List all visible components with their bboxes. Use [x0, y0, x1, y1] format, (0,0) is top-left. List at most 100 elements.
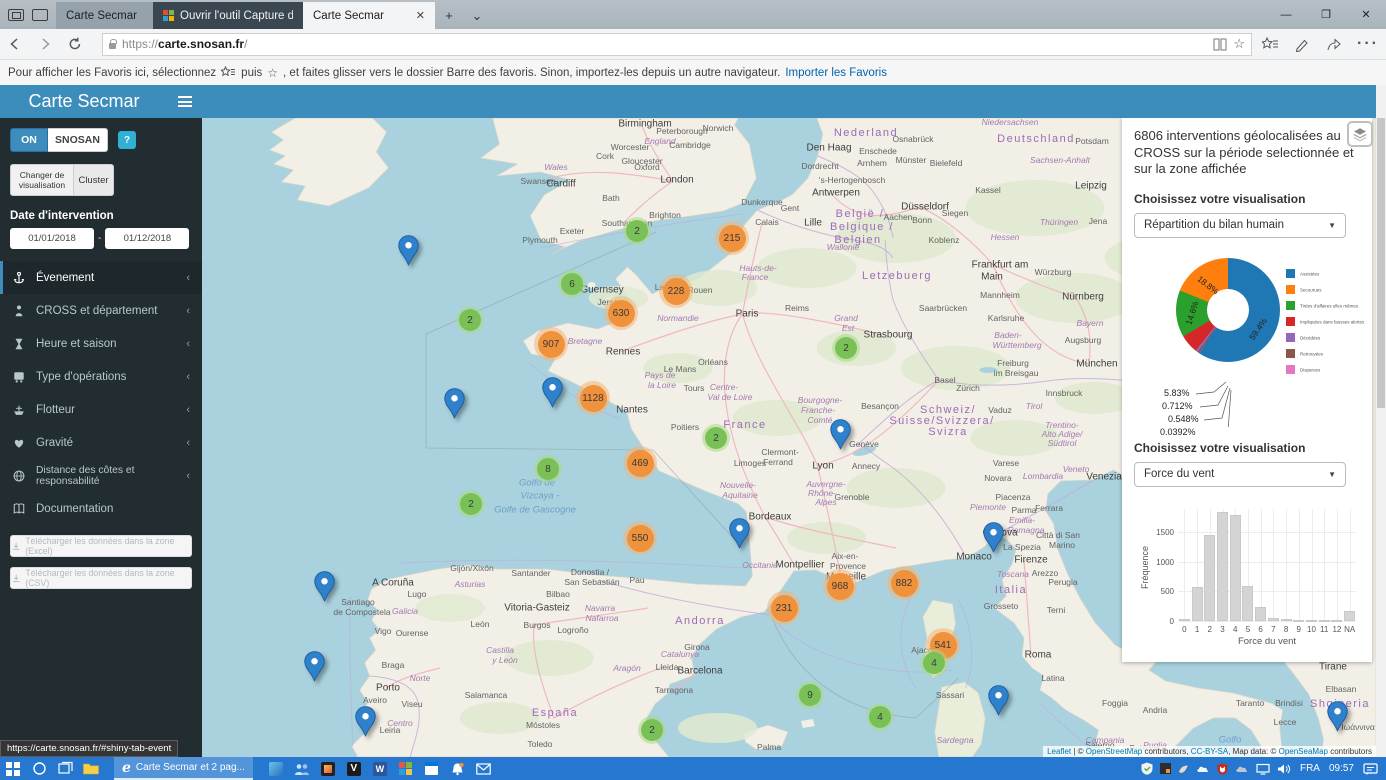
map-pin[interactable] [988, 685, 1009, 716]
volume-icon[interactable] [1277, 763, 1291, 775]
tab-carte-secmar-1[interactable]: Carte Secmar [56, 2, 153, 29]
forward-icon[interactable] [30, 36, 60, 52]
onedrive-icon[interactable] [1196, 764, 1210, 773]
cluster-marker[interactable]: 882 [887, 566, 921, 600]
close-tab-icon[interactable]: ✕ [416, 9, 425, 22]
cluster-button[interactable]: Cluster [74, 164, 114, 196]
map-pin[interactable] [444, 388, 465, 419]
mcafee-icon[interactable] [1217, 763, 1228, 775]
cluster-marker[interactable]: 8 [534, 455, 562, 483]
map-pin[interactable] [729, 518, 750, 549]
alarm-icon[interactable] [445, 757, 471, 780]
cluster-marker[interactable]: 968 [823, 569, 857, 603]
edge-task-button[interactable]: e Carte Secmar et 2 pag... [114, 757, 253, 780]
import-favorites-link[interactable]: Importer les Favoris [785, 67, 887, 79]
app-title[interactable]: Carte Secmar [0, 85, 168, 118]
cluster-marker[interactable]: 2 [623, 217, 651, 245]
action-center-icon[interactable] [1363, 762, 1378, 776]
date-from-input[interactable]: 01/01/2018 [10, 228, 94, 249]
viz-select-2[interactable]: Force du vent▼ [1134, 462, 1346, 487]
explorer-icon[interactable] [78, 757, 104, 780]
map-pin[interactable] [542, 377, 563, 408]
cluster-marker[interactable]: 4 [920, 649, 948, 677]
annotate-pen-icon[interactable] [1295, 37, 1310, 52]
cluster-marker[interactable]: 9 [796, 681, 824, 709]
layers-control-button[interactable] [1347, 121, 1373, 147]
network-icon[interactable] [1256, 763, 1270, 775]
back-icon[interactable] [0, 36, 30, 52]
tab-list-dropdown[interactable]: ⌄ [463, 2, 491, 29]
map-pin[interactable] [983, 522, 1004, 553]
minimize-button[interactable]: — [1266, 0, 1306, 29]
refresh-icon[interactable] [60, 36, 90, 52]
map-pin[interactable] [355, 706, 376, 737]
gallery-icon[interactable] [315, 757, 341, 780]
cluster-marker[interactable]: 231 [767, 591, 801, 625]
cluster-marker[interactable]: 228 [659, 274, 693, 308]
attribution-link[interactable]: OpenStreetMap [1086, 747, 1142, 756]
attribution-link[interactable]: OpenSeaMap [1279, 747, 1328, 756]
sidebar-item-gravit-[interactable]: Gravité‹ [0, 426, 202, 459]
sidebar-item-cross-et-d-partement[interactable]: CROSS et département‹ [0, 294, 202, 327]
leaflet-map[interactable]: CorkBirminghamPeterboroughNorwichCambrid… [202, 118, 1376, 757]
cluster-marker[interactable]: 215 [715, 221, 749, 255]
cluster-marker[interactable]: 2 [832, 334, 860, 362]
sidebar-item--venement[interactable]: Évenement‹ [0, 261, 202, 294]
hamburger-menu-icon[interactable] [168, 85, 202, 118]
start-icon[interactable] [0, 757, 26, 780]
office-grid-icon[interactable] [393, 757, 419, 780]
cluster-marker[interactable]: 6 [558, 270, 586, 298]
defender-icon[interactable] [1141, 762, 1153, 775]
viz-select-1[interactable]: Répartition du bilan humain▼ [1134, 213, 1346, 238]
cluster-marker[interactable]: 2 [456, 306, 484, 334]
new-tab-button[interactable]: + [435, 2, 463, 29]
share-icon[interactable] [1326, 37, 1341, 52]
favorites-hub-icon[interactable] [1262, 37, 1279, 52]
cluster-marker[interactable]: 630 [604, 296, 638, 330]
add-favorite-star-icon[interactable]: ☆ [1233, 36, 1245, 52]
video-icon[interactable]: V [341, 757, 367, 780]
download-csv-button[interactable]: Télécharger les données dans la zone (CS… [10, 567, 192, 589]
close-button[interactable]: ✕ [1346, 0, 1386, 29]
reading-view-icon[interactable] [1213, 38, 1227, 51]
clock[interactable]: 09:57 [1329, 763, 1354, 774]
cloud-icon[interactable] [1235, 764, 1249, 773]
sidebar-item-documentation[interactable]: Documentation [0, 492, 202, 525]
word-icon[interactable]: W [367, 757, 393, 780]
cluster-marker[interactable]: 2 [638, 716, 666, 744]
address-bar[interactable]: https://carte.snosan.fr/ ☆ [102, 33, 1252, 56]
people-icon[interactable] [289, 757, 315, 780]
toggle-snosan-button[interactable]: SNOSAN [48, 128, 108, 152]
language-indicator[interactable]: FRA [1300, 763, 1320, 774]
toggle-on-button[interactable]: ON [10, 128, 48, 152]
tab-preview-icon[interactable] [32, 9, 48, 21]
cluster-marker[interactable]: 550 [623, 521, 657, 555]
cluster-marker[interactable]: 469 [623, 446, 657, 480]
map-pin[interactable] [830, 419, 851, 450]
map-pin[interactable] [314, 571, 335, 602]
attribution-link[interactable]: CC-BY-SA [1191, 747, 1229, 756]
calendar-icon[interactable] [419, 757, 445, 780]
sidebar-item-type-d-op-rations[interactable]: Type d'opérations‹ [0, 360, 202, 393]
download-excel-button[interactable]: Télécharger les données dans la zone (Ex… [10, 535, 192, 557]
scrollbar-thumb[interactable] [1377, 118, 1385, 408]
cortana-icon[interactable] [26, 757, 52, 780]
sidebar-item-distance-des-c-tes-et-responsabilit-[interactable]: Distance des côtes et responsabilité‹ [0, 459, 202, 492]
photos-icon[interactable] [263, 757, 289, 780]
cluster-marker[interactable]: 2 [702, 424, 730, 452]
set-tabs-aside-icon[interactable] [8, 9, 24, 21]
maximize-button[interactable]: ❐ [1306, 0, 1346, 29]
map-pin[interactable] [1327, 701, 1348, 732]
more-menu-icon[interactable]: ··· [1357, 35, 1379, 53]
tab-carte-secmar-active[interactable]: Carte Secmar ✕ [303, 2, 435, 29]
cluster-marker[interactable]: 4 [866, 703, 894, 731]
app-tray-icon[interactable] [1160, 763, 1171, 774]
taskview-icon[interactable] [52, 757, 78, 780]
date-to-input[interactable]: 01/12/2018 [105, 228, 189, 249]
tab-capture[interactable]: Ouvrir l'outil Capture d'écra [153, 2, 303, 29]
cluster-marker[interactable]: 2 [457, 490, 485, 518]
mail-icon[interactable] [471, 757, 497, 780]
change-visualisation-button[interactable]: Changer de visualisation [10, 164, 74, 196]
scrollbar[interactable] [1376, 85, 1386, 757]
help-button[interactable]: ? [118, 131, 136, 149]
